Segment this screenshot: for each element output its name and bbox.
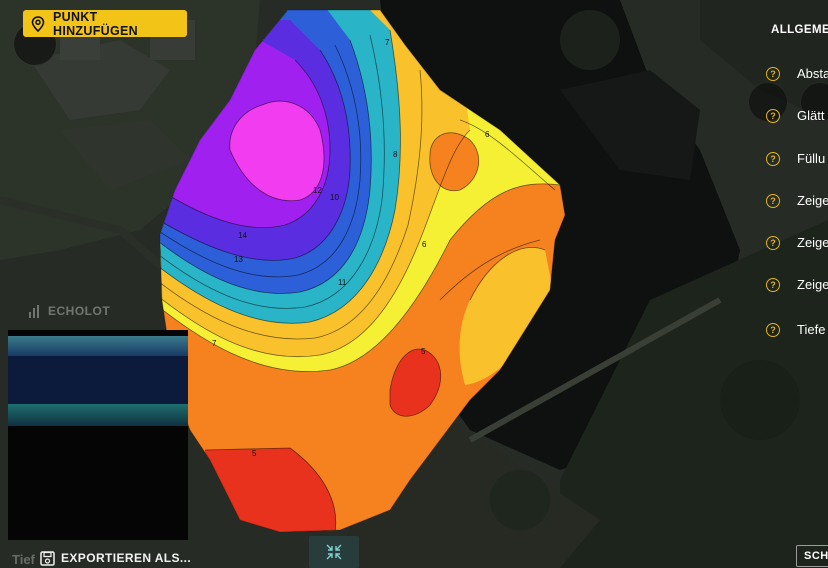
setting-row[interactable]: ? Füllu <box>766 151 825 166</box>
contour-label: 5 <box>252 449 257 458</box>
help-icon[interactable]: ? <box>766 151 780 166</box>
setting-label: Absta <box>797 66 828 81</box>
signal-bars-icon <box>29 305 39 318</box>
add-point-label: PUNKT HINZUFÜGEN <box>53 9 138 38</box>
sonar-view[interactable] <box>8 330 188 540</box>
contour-label: 8 <box>393 150 398 159</box>
sonar-water-band <box>8 356 188 404</box>
contour-label: 7 <box>385 38 390 47</box>
contour-label: 6 <box>485 130 490 139</box>
sonar-bottom-band <box>8 404 188 426</box>
collapse-button[interactable] <box>309 536 359 568</box>
contour-label: 5 <box>421 347 426 356</box>
add-point-button[interactable]: PUNKT HINZUFÜGEN <box>23 9 187 38</box>
help-icon[interactable]: ? <box>766 193 780 208</box>
tab-echolot[interactable]: ECHOLOT <box>8 296 188 326</box>
setting-row[interactable]: ? Zeige <box>766 193 828 208</box>
save-icon <box>40 550 55 566</box>
help-icon[interactable]: ? <box>766 66 780 81</box>
help-icon[interactable]: ? <box>766 108 780 123</box>
contour-label: 7 <box>212 339 217 348</box>
setting-label: Zeige <box>797 235 828 250</box>
setting-row[interactable]: ? Absta <box>766 66 828 81</box>
settings-panel: ALLGEME ? Absta ? Glätt ? Füllu ? Zeige … <box>760 0 828 568</box>
setting-label: Tiefe <box>797 322 826 337</box>
contour-label: 12 <box>313 186 322 195</box>
setting-row[interactable]: ? Zeige <box>766 235 828 250</box>
depth-label: Tief <box>12 552 35 567</box>
setting-label: Zeige <box>797 277 828 292</box>
contour-label: 11 <box>338 278 347 287</box>
setting-row[interactable]: ? Tiefe <box>766 322 825 337</box>
setting-row[interactable]: ? Zeige <box>766 277 828 292</box>
setting-row[interactable]: ? Glätt <box>766 108 824 123</box>
sonar-surface-band <box>8 336 188 356</box>
settings-title: ALLGEME <box>771 24 828 36</box>
contour-label: 10 <box>330 193 339 202</box>
help-icon[interactable]: ? <box>766 322 780 337</box>
help-icon[interactable]: ? <box>766 235 780 250</box>
export-label: EXPORTIEREN ALS... <box>61 551 192 565</box>
sonar-panel: ECHOLOT <box>8 296 188 540</box>
bottom-right-button[interactable]: SCH <box>796 545 828 567</box>
setting-label: Füllu <box>797 151 826 166</box>
setting-label: Zeige <box>797 193 828 208</box>
setting-label: Glätt <box>797 108 825 123</box>
map-pin-icon <box>31 15 45 32</box>
tab-echolot-label: ECHOLOT <box>48 304 111 318</box>
contour-label: 13 <box>234 255 243 264</box>
contour-label: 6 <box>422 240 427 249</box>
collapse-arrows-icon <box>326 544 342 560</box>
contour-label: 14 <box>238 231 247 240</box>
help-icon[interactable]: ? <box>766 277 780 292</box>
export-button[interactable]: EXPORTIEREN ALS... <box>40 548 191 568</box>
